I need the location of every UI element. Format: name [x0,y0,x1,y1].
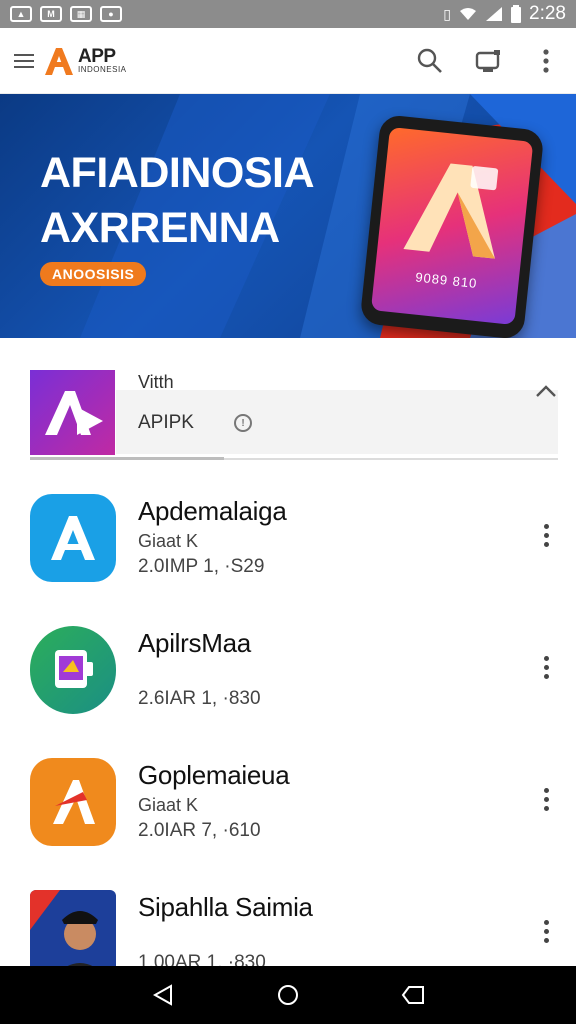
more-vert-icon[interactable] [538,656,554,680]
list-item[interactable]: Goplemaieua Giaat K 2.0IAR 7, ·610 [0,748,576,880]
navigation-bar [0,966,576,1024]
featured-thumbnail [30,370,115,455]
menu-icon[interactable] [14,53,34,68]
list-item[interactable]: ApilrsMaa 2.6IAR 1, ·830 [0,616,576,748]
app-subtitle: Giaat K [138,531,199,551]
list-item[interactable]: Apdemalaiga Giaat K 2.0IMP 1, ·S29 [0,484,576,616]
more-vert-icon[interactable] [530,45,562,77]
home-icon[interactable] [276,983,300,1007]
promo-banner[interactable]: AFIADINOSIA AXRRENNA ANOOSISIS 9089 810 [0,94,576,338]
app-icon [30,494,116,582]
app-icon [30,890,116,978]
more-vert-icon[interactable] [538,524,554,548]
news-icon: ▦ [70,6,92,22]
app-logo-illustration [403,163,499,259]
signal-icon [486,7,503,21]
progress-bar [30,457,224,460]
app-title: Apdemalaiga [138,496,287,526]
more-vert-icon[interactable] [538,920,554,944]
search-icon[interactable] [414,45,446,77]
app-icon [30,758,116,846]
banner-title-line1: AFIADINOSIA [40,149,315,197]
logo-subtitle: INDONESIA [78,65,127,74]
cast-icon[interactable] [472,45,504,77]
banner-title-line2: AXRRENNA [40,204,280,252]
clock: 2:28 [529,3,566,24]
featured-logo-icon [44,390,103,435]
banner-title: AFIADINOSIA AXRRENNA [40,146,315,256]
app-meta: 2.6IAR 1, ·830 [138,688,261,709]
logo-mark-icon [45,47,73,75]
gmail-icon: M [40,6,62,22]
more-vert-icon[interactable] [538,788,554,812]
app-bar: APP INDONESIA [0,28,576,94]
app-subtitle: Giaat K [138,795,199,815]
phone-illustration: 9089 810 [359,114,545,338]
featured-app[interactable]: Vitth APIPK ! [30,370,558,460]
recents-icon[interactable] [401,983,425,1007]
banner-pill[interactable]: ANOOSISIS [40,262,147,286]
app-list: Apdemalaiga Giaat K 2.0IMP 1, ·S29 Apilr… [0,484,576,1012]
app-meta: 2.0IMP 1, ·S29 [138,556,265,577]
app-title: ApilrsMaa [138,628,251,658]
battery-icon [511,5,522,23]
app-meta: 2.0IAR 7, ·610 [138,820,261,841]
image-icon: ▲ [10,6,32,22]
wifi-icon [460,8,477,20]
app-logo[interactable]: APP INDONESIA [42,45,127,77]
featured-label: Vitth [138,372,174,392]
vibrate-icon: ▯ [443,5,452,22]
featured-name: APIPK [138,412,194,433]
app-title: Sipahlla Saimia [138,892,313,922]
info-icon[interactable]: ! [234,414,252,432]
back-icon[interactable] [151,983,175,1007]
status-bar: ▲ M ▦ ● ▯ 2:28 [0,0,576,28]
logo-title: APP [78,46,116,67]
camera-icon: ● [100,6,122,22]
app-title: Goplemaieua [138,760,290,790]
app-icon [30,626,116,714]
chevron-up-icon[interactable] [534,382,558,400]
